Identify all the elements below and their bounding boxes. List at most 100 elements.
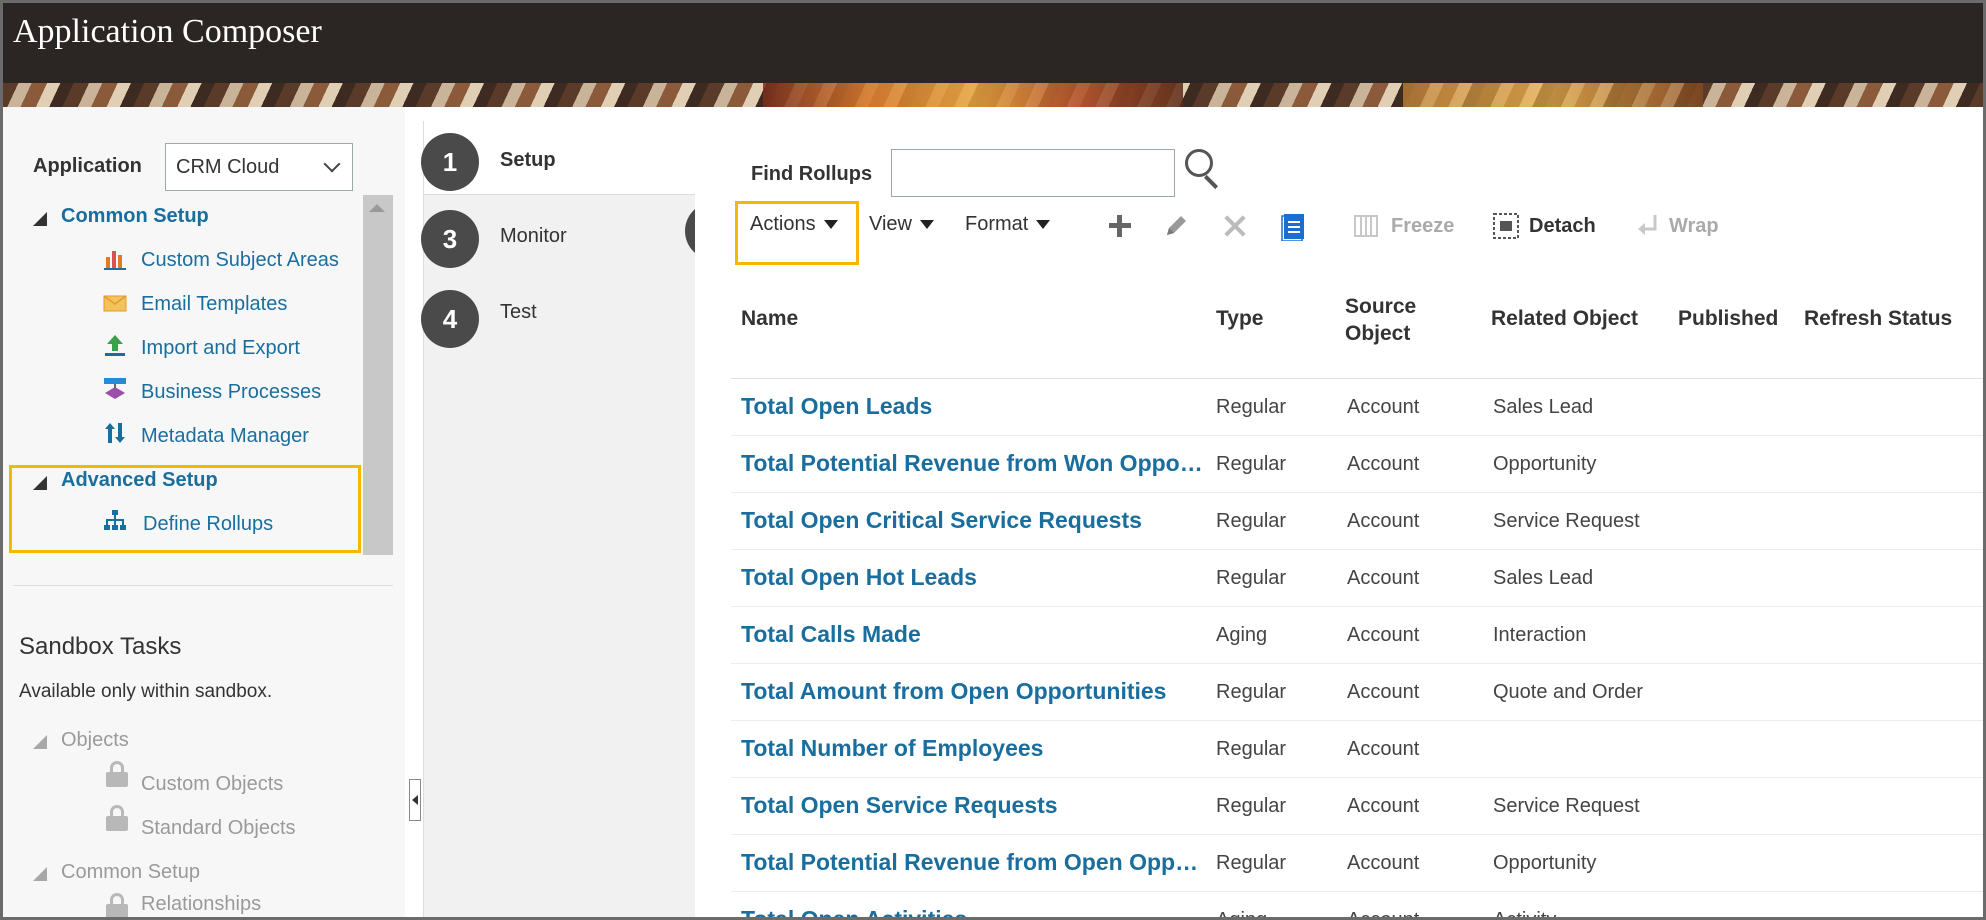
search-icon[interactable]	[1185, 149, 1221, 193]
actions-menu[interactable]: Actions	[750, 213, 838, 236]
rollup-source-object: Account	[1347, 567, 1420, 589]
left-panel-scrollbar[interactable]	[363, 195, 393, 555]
lock-icon	[106, 761, 128, 787]
collapse-panel-handle[interactable]	[409, 779, 421, 821]
nav-custom-subject-areas[interactable]: Custom Subject Areas	[141, 249, 339, 272]
rollup-type: Regular	[1216, 795, 1287, 817]
table-row[interactable]: Total Open Activities Aging Account Acti…	[731, 892, 1983, 920]
nav-import-and-export[interactable]: Import and Export	[141, 337, 300, 360]
table-row[interactable]: Total Open Service Requests Regular Acco…	[731, 778, 1983, 835]
col-type-header[interactable]: Type	[1216, 307, 1263, 331]
table-row[interactable]: Total Open Hot Leads Regular Account Sal…	[731, 550, 1983, 607]
rollup-type: Regular	[1216, 453, 1287, 475]
collapse-triangle-icon[interactable]	[33, 212, 47, 226]
table-row[interactable]: Total Open Critical Service Requests Reg…	[731, 493, 1983, 550]
find-rollups-label: Find Rollups	[751, 163, 873, 185]
format-menu[interactable]: Format	[965, 213, 1051, 236]
common-setup-heading[interactable]: Common Setup	[61, 205, 209, 228]
highlight-box-advanced-setup	[9, 465, 361, 553]
application-window: Application Composer Application CRM Clo…	[0, 0, 1986, 920]
rollup-name-link[interactable]: Total Open Activities	[741, 906, 1203, 917]
find-rollups-input[interactable]	[891, 149, 1175, 197]
rollup-related-object: Quote and Order	[1493, 681, 1644, 703]
nav-email-templates[interactable]: Email Templates	[141, 293, 287, 316]
lock-icon	[106, 805, 128, 831]
rollup-related-object: Service Request	[1493, 795, 1640, 817]
query-by-example-icon[interactable]	[1279, 211, 1309, 241]
app-header: Application Composer	[3, 3, 1983, 85]
col-published-header[interactable]: Published	[1678, 307, 1778, 331]
format-menu-label: Format	[965, 213, 1029, 235]
rollup-name-link[interactable]: Total Potential Revenue from Open Opport…	[741, 849, 1203, 876]
application-label: Application	[33, 155, 142, 177]
rollup-name-link[interactable]: Total Open Leads	[741, 393, 1203, 420]
nav-business-processes[interactable]: Business Processes	[141, 381, 321, 404]
rollup-type: Regular	[1216, 567, 1287, 589]
col-related-object-header[interactable]: Related Object	[1491, 307, 1638, 331]
bar-chart-icon	[104, 251, 126, 270]
table-row[interactable]: Total Potential Revenue from Open Opport…	[731, 835, 1983, 892]
callout-badge-test: 4	[421, 290, 479, 348]
rollup-name-link[interactable]: Total Open Hot Leads	[741, 564, 1203, 591]
lock-icon	[106, 893, 128, 917]
banner-art	[763, 83, 1183, 107]
rollup-name-link[interactable]: Total Potential Revenue from Won Opportu…	[741, 450, 1203, 477]
rollup-related-object: Activity	[1493, 909, 1557, 920]
collapse-triangle-icon	[33, 867, 47, 881]
wrap-button: Wrap	[1669, 215, 1719, 237]
view-menu[interactable]: View	[869, 213, 934, 236]
rollup-source-object: Account	[1347, 795, 1420, 817]
application-select[interactable]: CRM Cloud	[165, 143, 353, 191]
table-row[interactable]: Total Amount from Open Opportunities Reg…	[731, 664, 1983, 721]
upload-icon	[105, 335, 125, 356]
rollup-name-link[interactable]: Total Open Service Requests	[741, 792, 1203, 819]
rollup-type: Regular	[1216, 396, 1287, 418]
rollup-source-object: Account	[1347, 681, 1420, 703]
rollup-name-link[interactable]: Total Open Critical Service Requests	[741, 507, 1203, 534]
edit-pencil-icon[interactable]	[1161, 211, 1191, 241]
decorative-banner	[3, 83, 1983, 107]
rollup-source-object: Account	[1347, 738, 1420, 760]
rollup-related-object: Interaction	[1493, 624, 1587, 646]
rollups-main-area: Find Rollups Actions View Format Freeze …	[695, 121, 1983, 920]
rollup-type: Regular	[1216, 681, 1287, 703]
wrap-icon	[1638, 215, 1657, 235]
nav-metadata-manager[interactable]: Metadata Manager	[141, 425, 309, 448]
freeze-icon	[1354, 215, 1378, 237]
rollup-source-object: Account	[1347, 453, 1420, 475]
actions-menu-label: Actions	[750, 213, 816, 235]
table-row[interactable]: Total Number of Employees Regular Accoun…	[731, 721, 1983, 778]
col-refresh-status-header[interactable]: Refresh Status	[1804, 307, 1952, 331]
col-name-header[interactable]: Name	[741, 307, 798, 331]
add-icon[interactable]	[1105, 211, 1135, 241]
rollup-name-link[interactable]: Total Amount from Open Opportunities	[741, 678, 1203, 705]
step-label-test: Test	[500, 301, 537, 323]
delete-icon[interactable]	[1219, 211, 1249, 241]
left-navigation-panel: Application CRM Cloud Common Setup Custo…	[3, 107, 405, 917]
rollup-type: Regular	[1216, 738, 1287, 760]
table-row[interactable]: Total Calls Made Aging Account Interacti…	[731, 607, 1983, 664]
rollup-source-object: Account	[1347, 396, 1420, 418]
table-header: Name Type Source Object Related Object P…	[731, 263, 1983, 379]
col-source-object-header[interactable]: Source Object	[1345, 293, 1437, 347]
sandbox-objects-heading: Objects	[61, 729, 129, 751]
rollup-source-object: Account	[1347, 852, 1420, 874]
detach-icon[interactable]	[1491, 211, 1521, 241]
nav-standard-objects-disabled: Standard Objects	[141, 817, 296, 839]
rollup-name-link[interactable]: Total Calls Made	[741, 621, 1203, 648]
table-row[interactable]: Total Potential Revenue from Won Opportu…	[731, 436, 1983, 493]
rollup-type: Aging	[1216, 624, 1268, 646]
table-row[interactable]: Total Open Leads Regular Account Sales L…	[731, 379, 1983, 436]
rollup-name-link[interactable]: Total Number of Employees	[741, 735, 1203, 762]
caret-down-icon	[1036, 220, 1051, 230]
rollup-type: Regular	[1216, 510, 1287, 532]
detach-button[interactable]: Detach	[1529, 215, 1596, 238]
callout-badge-setup: 1	[421, 133, 479, 191]
section-divider	[13, 585, 393, 586]
view-menu-label: View	[869, 213, 912, 235]
banner-art-2	[1403, 83, 1703, 107]
sort-arrows-icon	[105, 423, 125, 443]
rollup-related-object: Sales Lead	[1493, 396, 1594, 418]
scroll-up-arrow-icon[interactable]	[369, 204, 385, 212]
nav-custom-objects-disabled: Custom Objects	[141, 773, 284, 795]
